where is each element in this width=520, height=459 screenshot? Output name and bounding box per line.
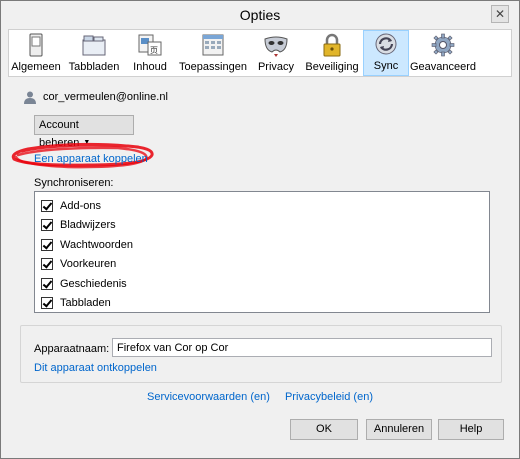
tab-inhoud[interactable]: 页 Inhoud bbox=[125, 30, 175, 76]
category-toolbar: Algemeen Tabbladen 页 Inhoud Toepassingen… bbox=[8, 29, 512, 77]
switch-icon bbox=[29, 33, 43, 57]
gear-icon bbox=[431, 33, 455, 57]
account-row: cor_vermeulen@online.nl bbox=[23, 89, 168, 105]
tab-label: Tabbladen bbox=[68, 61, 120, 73]
sync-option-history[interactable]: Geschiedenis bbox=[41, 276, 127, 292]
tab-tabbladen[interactable]: Tabbladen bbox=[63, 30, 125, 76]
chevron-down-icon: ▼ bbox=[83, 139, 91, 147]
checkbox[interactable] bbox=[41, 219, 53, 231]
mask-icon bbox=[264, 36, 288, 57]
sync-icon bbox=[375, 33, 397, 55]
device-name-label: Apparaatnaam: bbox=[34, 343, 110, 355]
manage-account-label: Account beheren bbox=[39, 119, 80, 149]
sync-heading: Synchroniseren: bbox=[34, 177, 114, 189]
close-button[interactable]: ✕ bbox=[491, 5, 509, 23]
options-content: Algemeen Tabbladen 页 Inhoud Toepassingen… bbox=[8, 29, 512, 453]
privacy-link[interactable]: Privacybeleid (en) bbox=[285, 391, 373, 403]
tab-toepassingen[interactable]: Toepassingen bbox=[175, 30, 251, 76]
tab-privacy[interactable]: Privacy bbox=[251, 30, 301, 76]
sync-option-label: Wachtwoorden bbox=[60, 239, 133, 251]
sync-option-label: Tabbladen bbox=[60, 297, 111, 309]
help-button[interactable]: Help bbox=[438, 419, 504, 440]
svg-text:页: 页 bbox=[150, 46, 158, 55]
tab-label: Inhoud bbox=[133, 61, 167, 73]
sync-option-bookmarks[interactable]: Bladwijzers bbox=[41, 217, 116, 233]
sync-option-label: Geschiedenis bbox=[60, 278, 127, 290]
cancel-button[interactable]: Annuleren bbox=[366, 419, 432, 440]
tab-sync[interactable]: Sync bbox=[363, 30, 409, 76]
device-name-field[interactable] bbox=[112, 338, 492, 357]
tab-label: Toepassingen bbox=[179, 61, 247, 73]
sync-option-addons[interactable]: Add-ons bbox=[41, 198, 101, 214]
unlink-device-link[interactable]: Dit apparaat ontkoppelen bbox=[34, 362, 157, 374]
checkbox[interactable] bbox=[41, 258, 53, 270]
title-bar: Opties ✕ bbox=[1, 1, 519, 29]
sync-options-list: Add-ons Bladwijzers Wachtwoorden Voorkeu… bbox=[34, 191, 490, 313]
checkbox[interactable] bbox=[41, 200, 53, 212]
window-title: Opties bbox=[239, 7, 281, 23]
checkbox[interactable] bbox=[41, 239, 53, 251]
sync-option-tabs[interactable]: Tabbladen bbox=[41, 295, 111, 311]
footer-links: Servicevoorwaarden (en) Privacybeleid (e… bbox=[8, 391, 512, 403]
padlock-icon bbox=[323, 33, 341, 57]
content-icon: 页 bbox=[138, 34, 162, 56]
tab-algemeen[interactable]: Algemeen bbox=[9, 30, 63, 76]
sync-option-label: Bladwijzers bbox=[60, 219, 116, 231]
ok-button[interactable]: OK bbox=[290, 419, 358, 440]
sync-option-passwords[interactable]: Wachtwoorden bbox=[41, 237, 133, 253]
checkbox[interactable] bbox=[41, 297, 53, 309]
account-email: cor_vermeulen@online.nl bbox=[43, 91, 168, 103]
tab-geavanceerd[interactable]: Geavanceerd bbox=[409, 30, 477, 76]
options-window: Opties ✕ Algemeen Tabbladen 页 Inhoud Toe… bbox=[0, 0, 520, 459]
tab-beveiliging[interactable]: Beveiliging bbox=[301, 30, 363, 76]
sync-option-preferences[interactable]: Voorkeuren bbox=[41, 256, 116, 272]
terms-link[interactable]: Servicevoorwaarden (en) bbox=[147, 391, 270, 403]
tab-label: Algemeen bbox=[11, 61, 61, 73]
manage-account-button[interactable]: Account beheren ▼ bbox=[34, 115, 134, 149]
tab-label: Geavanceerd bbox=[409, 61, 477, 73]
checkbox[interactable] bbox=[41, 278, 53, 290]
tabs-icon bbox=[82, 35, 106, 56]
tab-label: Privacy bbox=[257, 61, 295, 73]
tab-label: Beveiliging bbox=[305, 61, 359, 73]
pair-device-link[interactable]: Een apparaat koppelen bbox=[34, 153, 148, 165]
tab-label: Sync bbox=[373, 60, 399, 72]
user-icon bbox=[24, 91, 36, 104]
sync-option-label: Voorkeuren bbox=[60, 258, 117, 270]
applications-icon bbox=[202, 34, 224, 56]
sync-option-label: Add-ons bbox=[60, 200, 101, 212]
